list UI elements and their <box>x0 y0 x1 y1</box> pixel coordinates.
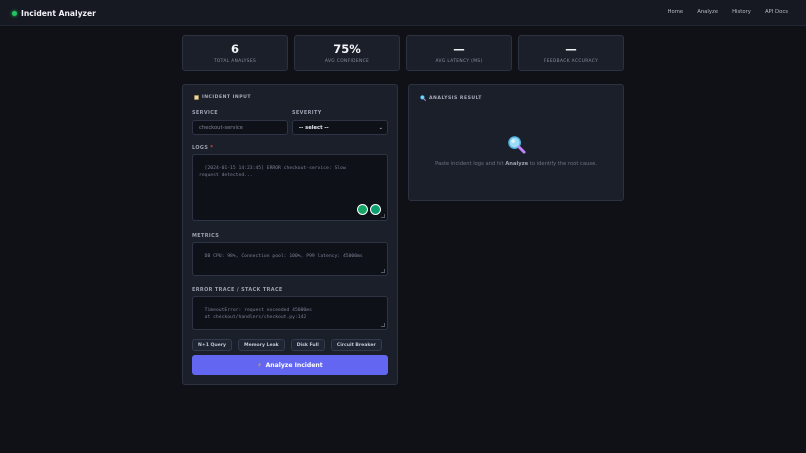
stat-avg-latency: — AVG LATENCY (MS) <box>406 35 512 71</box>
result-empty-state: Paste incident logs and hit Analyze to i… <box>408 161 624 167</box>
trace-placeholder: TimeoutError: request exceeded 45000ms a… <box>204 308 312 320</box>
stat-label: FEEDBACK ACCURACY <box>543 59 599 64</box>
stat-total-analyses: 6 TOTAL ANALYSES <box>182 35 288 71</box>
logs-label: LOGS * <box>192 145 213 151</box>
resize-handle-icon[interactable] <box>381 269 385 273</box>
app-title: Incident Analyzer <box>21 8 96 18</box>
input-panel-header: INCIDENT INPUT <box>194 95 251 100</box>
magnifier-icon <box>508 136 526 154</box>
trace-label: ERROR TRACE / STACK TRACE <box>192 287 283 293</box>
resize-handle-icon[interactable] <box>381 214 385 218</box>
preset-chips: N+1 Query Memory Leak Disk Full Circuit … <box>192 339 382 351</box>
stat-label: AVG CONFIDENCE <box>324 59 370 64</box>
analyze-incident-button[interactable]: ⚡ Analyze Incident <box>192 355 388 375</box>
logs-label-text: LOGS <box>192 145 209 151</box>
logs-placeholder: [2024-01-15 14:23:45] ERROR checkout-ser… <box>199 166 346 178</box>
analyze-button-label: Analyze Incident <box>265 361 323 369</box>
empty-state-prefix: Paste incident logs and hit <box>435 161 506 167</box>
stat-avg-confidence: 75% AVG CONFIDENCE <box>294 35 400 71</box>
status-dot-icon <box>12 10 17 16</box>
result-panel-header: ANALYSIS RESULT <box>420 95 482 101</box>
extension-badges <box>357 204 381 215</box>
severity-selected-value: -- select -- <box>299 125 329 131</box>
stat-label: TOTAL ANALYSES <box>213 59 257 64</box>
magnifier-icon <box>420 95 426 101</box>
service-label: SERVICE <box>192 110 218 116</box>
stat-value: 75% <box>333 42 361 56</box>
preset-circuit-breaker-button[interactable]: Circuit Breaker <box>330 339 382 351</box>
nav-api-docs[interactable]: API Docs <box>765 9 788 15</box>
nav-home[interactable]: Home <box>668 9 684 15</box>
input-panel-title: INCIDENT INPUT <box>202 95 251 100</box>
stat-value: — <box>453 42 465 56</box>
nav-analyze[interactable]: Analyze <box>697 9 718 15</box>
grammar-badge-icon[interactable] <box>370 204 381 215</box>
severity-select[interactable]: -- select -- ⌄ <box>292 120 388 135</box>
stat-label: AVG LATENCY (MS) <box>435 59 483 64</box>
empty-state-action: Analyze <box>505 161 529 167</box>
app-brand[interactable]: Incident Analyzer <box>12 7 96 19</box>
chevron-down-icon: ⌄ <box>378 125 383 131</box>
clipboard-icon <box>194 95 199 100</box>
nav-history[interactable]: History <box>732 9 751 15</box>
stat-value: 6 <box>230 42 239 56</box>
metrics-textarea[interactable]: DB CPU: 98%, Connection pool: 100%, P99 … <box>192 242 388 276</box>
top-navbar: Incident Analyzer Home Analyze History A… <box>0 0 806 26</box>
preset-n-plus-one-button[interactable]: N+1 Query <box>192 339 233 351</box>
metrics-placeholder: DB CPU: 98%, Connection pool: 100%, P99 … <box>204 254 363 260</box>
preset-memory-leak-button[interactable]: Memory Leak <box>238 339 285 351</box>
trace-textarea[interactable]: TimeoutError: request exceeded 45000ms a… <box>192 296 388 330</box>
stat-feedback-accuracy: — FEEDBACK ACCURACY <box>518 35 624 71</box>
empty-state-suffix: to identify the root cause. <box>528 161 597 167</box>
main-nav: Home Analyze History API Docs <box>668 9 788 15</box>
metrics-label: METRICS <box>192 233 220 239</box>
service-input[interactable]: checkout-service <box>192 120 288 135</box>
extension-badge-icon[interactable] <box>357 204 368 215</box>
lightning-icon: ⚡ <box>257 361 262 369</box>
severity-label: SEVERITY <box>292 110 322 116</box>
stat-value: — <box>565 42 577 56</box>
preset-disk-full-button[interactable]: Disk Full <box>290 339 325 351</box>
result-panel-title: ANALYSIS RESULT <box>429 95 482 101</box>
required-marker: * <box>210 145 214 151</box>
resize-handle-icon[interactable] <box>381 323 385 327</box>
